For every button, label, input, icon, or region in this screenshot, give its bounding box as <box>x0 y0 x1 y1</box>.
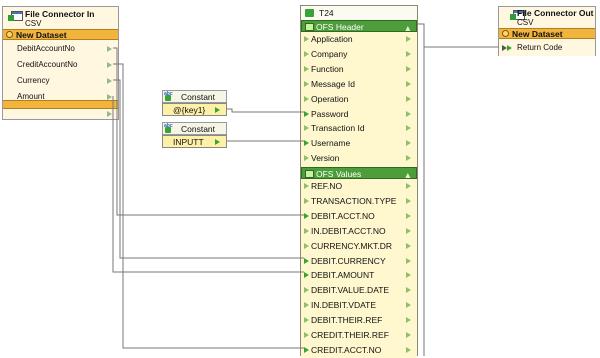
t24-value-field[interactable]: TRANSACTION.TYPE <box>301 193 417 209</box>
section-icon <box>305 23 314 31</box>
output-pin-icon[interactable] <box>406 346 411 353</box>
t24-value-field[interactable]: CURRENCY.MKT.DR <box>301 238 417 254</box>
output-pin-icon[interactable] <box>406 65 411 72</box>
source-dataset-footer <box>3 100 118 109</box>
output-pin-icon[interactable] <box>406 242 411 249</box>
t24-value-field[interactable]: REF.NO <box>301 179 417 194</box>
t24-header-field[interactable]: Message Id <box>301 76 417 92</box>
source-field-row[interactable]: Currency <box>3 73 118 89</box>
output-pin-icon[interactable] <box>406 125 411 132</box>
output-pin-icon[interactable] <box>406 95 411 102</box>
output-pin-icon[interactable] <box>406 287 411 294</box>
t24-value-field[interactable]: IN.DEBIT.VDATE <box>301 298 417 314</box>
ofs-values-section[interactable]: OFS Values ▲ <box>301 167 417 180</box>
source-field-row[interactable]: CreditAccountNo <box>3 57 118 73</box>
t24-header-field[interactable]: Company <box>301 46 417 62</box>
input-pin-icon[interactable] <box>507 45 512 51</box>
input-pin-icon[interactable] <box>304 227 309 234</box>
output-pin-icon[interactable] <box>406 36 411 42</box>
t24-icon <box>305 9 314 17</box>
input-pin-icon[interactable] <box>304 125 309 132</box>
source-subtitle: CSV <box>25 19 42 28</box>
output-pin-icon[interactable] <box>107 62 112 68</box>
output-pin-icon[interactable] <box>406 212 411 219</box>
input-pin-icon[interactable] <box>304 140 309 147</box>
target-dataset[interactable]: New Dataset <box>499 28 595 39</box>
constant-value[interactable]: INPUTT <box>173 136 204 149</box>
output-pin-icon[interactable] <box>406 317 411 324</box>
ofs-header-section[interactable]: OFS Header ▲ <box>301 20 417 33</box>
file-connector-icon <box>8 11 23 21</box>
output-pin-icon[interactable] <box>406 227 411 234</box>
output-pin-icon[interactable] <box>406 155 411 162</box>
constant-value[interactable]: @{key1} <box>173 104 205 117</box>
input-pin-icon[interactable] <box>304 155 309 162</box>
output-pin-icon[interactable] <box>406 272 411 279</box>
connector-line <box>227 108 304 113</box>
output-pin-icon[interactable] <box>215 107 220 113</box>
constant-node[interactable]: abc Constant @{key1} <box>162 90 227 116</box>
input-pin-icon[interactable] <box>304 302 309 309</box>
t24-value-field[interactable]: CREDIT.THEIR.REF <box>301 328 417 343</box>
dataset-dot-icon <box>6 31 13 38</box>
output-pin-icon[interactable] <box>406 302 411 309</box>
output-pin-icon[interactable] <box>406 183 411 189</box>
t24-funds-transfer-node[interactable]: T24 (FUNDS.TRANSFER) OFS Header ▲ Applic… <box>300 5 418 358</box>
input-pin-icon[interactable] <box>304 95 309 102</box>
target-title: File Connector Out <box>517 8 594 18</box>
input-pin-icon[interactable] <box>304 50 309 57</box>
input-pin-icon[interactable] <box>304 65 309 72</box>
output-pin-icon[interactable] <box>406 197 411 204</box>
t24-header-field[interactable]: Application <box>301 32 417 47</box>
output-pin-icon[interactable] <box>107 46 112 52</box>
output-pin-icon[interactable] <box>406 140 411 147</box>
output-pin-icon[interactable] <box>406 257 411 264</box>
dataset-dot-icon <box>502 30 509 37</box>
t24-header-field[interactable]: Version <box>301 151 417 167</box>
file-connector-in[interactable]: File Connector In CSV New Dataset DebitA… <box>2 6 119 120</box>
t24-value-field[interactable]: DEBIT.CURRENCY <box>301 253 417 269</box>
constant-node[interactable]: abc Constant INPUTT <box>162 122 227 148</box>
input-pin-icon[interactable] <box>304 197 309 204</box>
output-pin-icon[interactable] <box>406 50 411 57</box>
output-pin-icon[interactable] <box>406 332 411 338</box>
input-pin-icon[interactable] <box>304 257 309 264</box>
input-pin-icon[interactable] <box>304 272 309 279</box>
t24-value-field[interactable]: DEBIT.AMOUNT <box>301 268 417 284</box>
input-pin-icon[interactable] <box>304 242 309 249</box>
source-dataset[interactable]: New Dataset <box>3 29 118 40</box>
t24-value-field[interactable]: DEBIT.ACCT.NO <box>301 208 417 224</box>
file-connector-out[interactable]: File Connector Out CSV New Dataset Retur… <box>498 6 596 56</box>
constant-icon <box>165 95 171 101</box>
input-pin-icon[interactable] <box>304 80 309 87</box>
constant-icon <box>165 127 171 133</box>
output-pin-icon[interactable] <box>107 78 112 84</box>
t24-header-field[interactable]: Username <box>301 136 417 152</box>
input-pin-icon[interactable] <box>304 317 309 324</box>
target-subtitle: CSV <box>517 18 534 27</box>
section-icon <box>305 170 314 178</box>
t24-header-field[interactable]: Transaction Id <box>301 121 417 137</box>
t24-value-field[interactable]: DEBIT.VALUE.DATE <box>301 283 417 299</box>
output-pin-icon[interactable] <box>107 111 112 117</box>
output-pin-icon[interactable] <box>406 80 411 87</box>
input-pin-icon[interactable] <box>304 212 309 219</box>
input-pin-icon[interactable] <box>304 36 309 42</box>
input-pin-icon[interactable] <box>304 183 309 189</box>
t24-header-field[interactable]: Operation <box>301 91 417 107</box>
connector-line <box>418 23 425 356</box>
source-field-row[interactable]: DebitAccountNo <box>3 41 118 57</box>
output-pin-icon[interactable] <box>406 110 411 117</box>
source-title: File Connector In <box>25 9 95 19</box>
input-pin-icon[interactable] <box>304 332 309 338</box>
t24-header-field[interactable]: Function <box>301 61 417 77</box>
t24-value-field[interactable]: IN.DEBIT.ACCT.NO <box>301 223 417 239</box>
input-pin-icon[interactable] <box>304 110 309 117</box>
target-field-row[interactable]: Return Code <box>499 40 595 56</box>
output-pin-icon[interactable] <box>215 139 220 145</box>
t24-value-field[interactable]: DEBIT.THEIR.REF <box>301 313 417 329</box>
input-pin-icon[interactable] <box>304 346 309 353</box>
t24-header-field[interactable]: Password <box>301 106 417 122</box>
input-pin-icon[interactable] <box>304 287 309 294</box>
